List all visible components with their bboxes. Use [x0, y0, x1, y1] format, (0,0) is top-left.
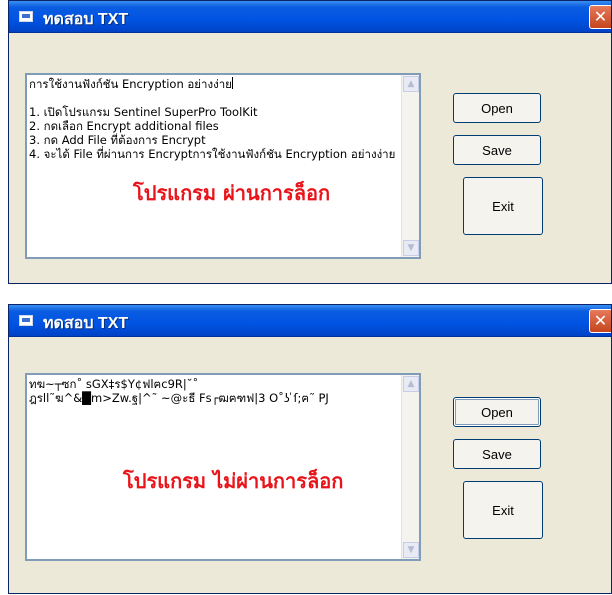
text-content: การใช้งานฟังก์ชัน Encryption อย่างง่าย 1…: [29, 77, 399, 255]
save-button[interactable]: Save: [453, 439, 541, 469]
text-line: 4. จะได้ File ที่ผ่านการ Encryptการใช้งา…: [29, 147, 396, 161]
title-bar[interactable]: ทดสอบ TXT ✕: [9, 1, 611, 33]
window-title: ทดสอบ TXT: [43, 315, 129, 332]
exit-button[interactable]: Exit: [463, 177, 543, 235]
vertical-scrollbar[interactable]: ▲ ▼: [401, 75, 419, 257]
window-icon: [19, 11, 33, 22]
text-area[interactable]: ทฆ~┬ซก˚ sGX‡ร$Y¢ฟlฅc9R|˘˚ ฎรll˜ฆ^&█m>Zw.…: [25, 373, 421, 561]
window-icon: [19, 315, 33, 326]
text-line: ฎรll˜ฆ^&█m>Zw.ฐ|^˜ ~@ะธี Fs┌ฒฅฑฟ|3 O˚ʖ ̍…: [29, 391, 329, 405]
status-overlay-fail: โปรแกรม ไม่ผ่านการล็อก: [123, 469, 344, 493]
scroll-up-arrow-icon[interactable]: ▲: [403, 76, 419, 92]
close-button[interactable]: ✕: [589, 5, 611, 29]
text-line: 3. กด Add File ที่ต้องการ Encrypt: [29, 133, 206, 147]
open-button[interactable]: Open: [453, 397, 541, 427]
open-button[interactable]: Open: [453, 93, 541, 123]
vertical-scrollbar[interactable]: ▲ ▼: [401, 375, 419, 559]
text-line: 2. กดเลือก Encrypt additional files: [29, 119, 219, 133]
text-line: 1. เปิดโปรแกรม Sentinel SuperPro ToolKit: [29, 105, 258, 119]
text-line: ทฆ~┬ซก˚ sGX‡ร$Y¢ฟlฅc9R|˘˚: [29, 377, 199, 391]
close-button[interactable]: ✕: [589, 309, 611, 333]
title-bar[interactable]: ทดสอบ TXT ✕: [9, 305, 611, 337]
text-line: การใช้งานฟังก์ชัน Encryption อย่างง่าย: [29, 77, 233, 91]
text-caret: [231, 77, 233, 89]
window-fail: ทดสอบ TXT ✕ ทฆ~┬ซก˚ sGX‡ร$Y¢ฟlฅc9R|˘˚ ฎร…: [8, 304, 612, 594]
window-pass: ทดสอบ TXT ✕ การใช้งานฟังก์ชัน Encryption…: [8, 0, 612, 284]
scroll-up-arrow-icon[interactable]: ▲: [403, 376, 419, 392]
save-button[interactable]: Save: [453, 135, 541, 165]
scroll-down-arrow-icon[interactable]: ▼: [403, 240, 419, 256]
scroll-down-arrow-icon[interactable]: ▼: [403, 542, 419, 558]
exit-button[interactable]: Exit: [463, 481, 543, 539]
status-overlay-pass: โปรแกรม ผ่านการล็อก: [133, 181, 331, 205]
text-area[interactable]: การใช้งานฟังก์ชัน Encryption อย่างง่าย 1…: [25, 73, 421, 259]
window-title: ทดสอบ TXT: [43, 11, 129, 28]
